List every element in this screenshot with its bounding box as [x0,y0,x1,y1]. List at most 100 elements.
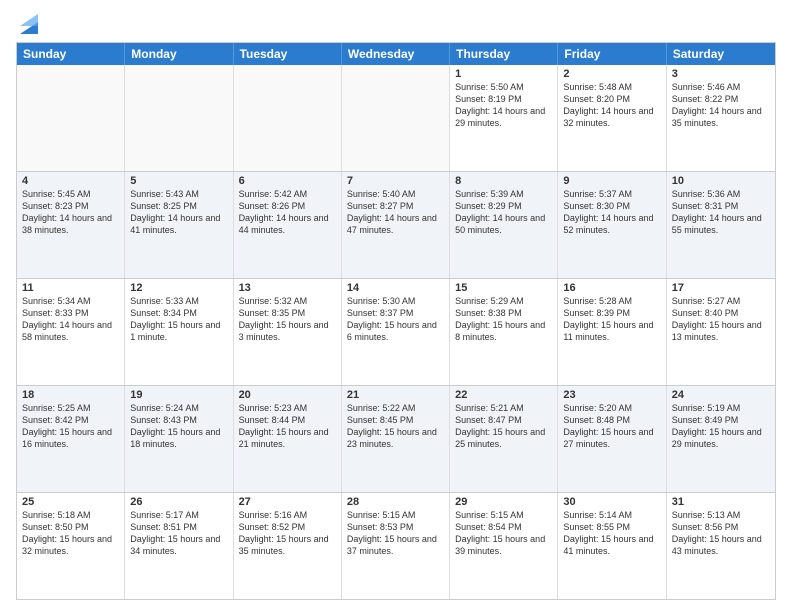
cell-daylight-text: Sunrise: 5:18 AM Sunset: 8:50 PM Dayligh… [22,509,119,558]
cal-cell-day-30: 30Sunrise: 5:14 AM Sunset: 8:55 PM Dayli… [558,493,666,599]
day-number: 26 [130,496,227,508]
day-number: 24 [672,389,770,401]
cal-cell-empty [234,65,342,171]
cal-cell-day-6: 6Sunrise: 5:42 AM Sunset: 8:26 PM Daylig… [234,172,342,278]
cell-daylight-text: Sunrise: 5:21 AM Sunset: 8:47 PM Dayligh… [455,402,552,451]
cal-header-thursday: Thursday [450,43,558,65]
day-number: 17 [672,282,770,294]
cal-cell-day-2: 2Sunrise: 5:48 AM Sunset: 8:20 PM Daylig… [558,65,666,171]
day-number: 12 [130,282,227,294]
logo-icon [20,12,38,34]
day-number: 9 [563,175,660,187]
cal-week-5: 25Sunrise: 5:18 AM Sunset: 8:50 PM Dayli… [17,493,775,599]
cal-cell-day-28: 28Sunrise: 5:15 AM Sunset: 8:53 PM Dayli… [342,493,450,599]
day-number: 1 [455,68,552,80]
day-number: 29 [455,496,552,508]
cell-daylight-text: Sunrise: 5:28 AM Sunset: 8:39 PM Dayligh… [563,295,660,344]
cell-daylight-text: Sunrise: 5:25 AM Sunset: 8:42 PM Dayligh… [22,402,119,451]
cell-daylight-text: Sunrise: 5:40 AM Sunset: 8:27 PM Dayligh… [347,188,444,237]
day-number: 15 [455,282,552,294]
day-number: 10 [672,175,770,187]
cal-week-2: 4Sunrise: 5:45 AM Sunset: 8:23 PM Daylig… [17,172,775,279]
cal-cell-empty [125,65,233,171]
cal-cell-empty [17,65,125,171]
header [16,12,776,34]
cal-cell-day-3: 3Sunrise: 5:46 AM Sunset: 8:22 PM Daylig… [667,65,775,171]
day-number: 18 [22,389,119,401]
cal-cell-day-11: 11Sunrise: 5:34 AM Sunset: 8:33 PM Dayli… [17,279,125,385]
day-number: 19 [130,389,227,401]
cal-cell-day-27: 27Sunrise: 5:16 AM Sunset: 8:52 PM Dayli… [234,493,342,599]
cal-cell-day-13: 13Sunrise: 5:32 AM Sunset: 8:35 PM Dayli… [234,279,342,385]
cal-header-wednesday: Wednesday [342,43,450,65]
cal-cell-day-9: 9Sunrise: 5:37 AM Sunset: 8:30 PM Daylig… [558,172,666,278]
cell-daylight-text: Sunrise: 5:37 AM Sunset: 8:30 PM Dayligh… [563,188,660,237]
day-number: 23 [563,389,660,401]
cal-cell-day-23: 23Sunrise: 5:20 AM Sunset: 8:48 PM Dayli… [558,386,666,492]
cell-daylight-text: Sunrise: 5:33 AM Sunset: 8:34 PM Dayligh… [130,295,227,344]
day-number: 3 [672,68,770,80]
day-number: 14 [347,282,444,294]
cal-header-sunday: Sunday [17,43,125,65]
cal-header-friday: Friday [558,43,666,65]
day-number: 4 [22,175,119,187]
day-number: 7 [347,175,444,187]
cal-cell-day-4: 4Sunrise: 5:45 AM Sunset: 8:23 PM Daylig… [17,172,125,278]
cal-cell-day-16: 16Sunrise: 5:28 AM Sunset: 8:39 PM Dayli… [558,279,666,385]
day-number: 11 [22,282,119,294]
cell-daylight-text: Sunrise: 5:30 AM Sunset: 8:37 PM Dayligh… [347,295,444,344]
cal-cell-day-26: 26Sunrise: 5:17 AM Sunset: 8:51 PM Dayli… [125,493,233,599]
cell-daylight-text: Sunrise: 5:20 AM Sunset: 8:48 PM Dayligh… [563,402,660,451]
cell-daylight-text: Sunrise: 5:46 AM Sunset: 8:22 PM Dayligh… [672,81,770,130]
cal-cell-day-21: 21Sunrise: 5:22 AM Sunset: 8:45 PM Dayli… [342,386,450,492]
cell-daylight-text: Sunrise: 5:50 AM Sunset: 8:19 PM Dayligh… [455,81,552,130]
cell-daylight-text: Sunrise: 5:39 AM Sunset: 8:29 PM Dayligh… [455,188,552,237]
cell-daylight-text: Sunrise: 5:15 AM Sunset: 8:54 PM Dayligh… [455,509,552,558]
cal-week-3: 11Sunrise: 5:34 AM Sunset: 8:33 PM Dayli… [17,279,775,386]
cell-daylight-text: Sunrise: 5:14 AM Sunset: 8:55 PM Dayligh… [563,509,660,558]
day-number: 8 [455,175,552,187]
day-number: 5 [130,175,227,187]
cal-cell-day-18: 18Sunrise: 5:25 AM Sunset: 8:42 PM Dayli… [17,386,125,492]
cal-cell-day-25: 25Sunrise: 5:18 AM Sunset: 8:50 PM Dayli… [17,493,125,599]
cal-cell-day-20: 20Sunrise: 5:23 AM Sunset: 8:44 PM Dayli… [234,386,342,492]
cell-daylight-text: Sunrise: 5:36 AM Sunset: 8:31 PM Dayligh… [672,188,770,237]
cell-daylight-text: Sunrise: 5:29 AM Sunset: 8:38 PM Dayligh… [455,295,552,344]
day-number: 6 [239,175,336,187]
cal-cell-day-8: 8Sunrise: 5:39 AM Sunset: 8:29 PM Daylig… [450,172,558,278]
cal-week-4: 18Sunrise: 5:25 AM Sunset: 8:42 PM Dayli… [17,386,775,493]
day-number: 27 [239,496,336,508]
cal-cell-day-10: 10Sunrise: 5:36 AM Sunset: 8:31 PM Dayli… [667,172,775,278]
cal-cell-day-1: 1Sunrise: 5:50 AM Sunset: 8:19 PM Daylig… [450,65,558,171]
cal-cell-day-22: 22Sunrise: 5:21 AM Sunset: 8:47 PM Dayli… [450,386,558,492]
cell-daylight-text: Sunrise: 5:22 AM Sunset: 8:45 PM Dayligh… [347,402,444,451]
cal-cell-day-7: 7Sunrise: 5:40 AM Sunset: 8:27 PM Daylig… [342,172,450,278]
cal-header-tuesday: Tuesday [234,43,342,65]
cell-daylight-text: Sunrise: 5:45 AM Sunset: 8:23 PM Dayligh… [22,188,119,237]
cell-daylight-text: Sunrise: 5:42 AM Sunset: 8:26 PM Dayligh… [239,188,336,237]
cell-daylight-text: Sunrise: 5:16 AM Sunset: 8:52 PM Dayligh… [239,509,336,558]
cal-cell-day-24: 24Sunrise: 5:19 AM Sunset: 8:49 PM Dayli… [667,386,775,492]
cell-daylight-text: Sunrise: 5:23 AM Sunset: 8:44 PM Dayligh… [239,402,336,451]
cal-cell-day-5: 5Sunrise: 5:43 AM Sunset: 8:25 PM Daylig… [125,172,233,278]
day-number: 20 [239,389,336,401]
day-number: 28 [347,496,444,508]
day-number: 21 [347,389,444,401]
day-number: 31 [672,496,770,508]
logo [16,12,38,34]
cal-header-monday: Monday [125,43,233,65]
cal-cell-day-19: 19Sunrise: 5:24 AM Sunset: 8:43 PM Dayli… [125,386,233,492]
cell-daylight-text: Sunrise: 5:24 AM Sunset: 8:43 PM Dayligh… [130,402,227,451]
cal-header-saturday: Saturday [667,43,775,65]
cell-daylight-text: Sunrise: 5:15 AM Sunset: 8:53 PM Dayligh… [347,509,444,558]
cal-week-1: 1Sunrise: 5:50 AM Sunset: 8:19 PM Daylig… [17,65,775,172]
day-number: 22 [455,389,552,401]
calendar: SundayMondayTuesdayWednesdayThursdayFrid… [16,42,776,600]
cal-cell-day-17: 17Sunrise: 5:27 AM Sunset: 8:40 PM Dayli… [667,279,775,385]
day-number: 25 [22,496,119,508]
cell-daylight-text: Sunrise: 5:27 AM Sunset: 8:40 PM Dayligh… [672,295,770,344]
day-number: 13 [239,282,336,294]
calendar-header-row: SundayMondayTuesdayWednesdayThursdayFrid… [17,43,775,65]
day-number: 30 [563,496,660,508]
cell-daylight-text: Sunrise: 5:34 AM Sunset: 8:33 PM Dayligh… [22,295,119,344]
